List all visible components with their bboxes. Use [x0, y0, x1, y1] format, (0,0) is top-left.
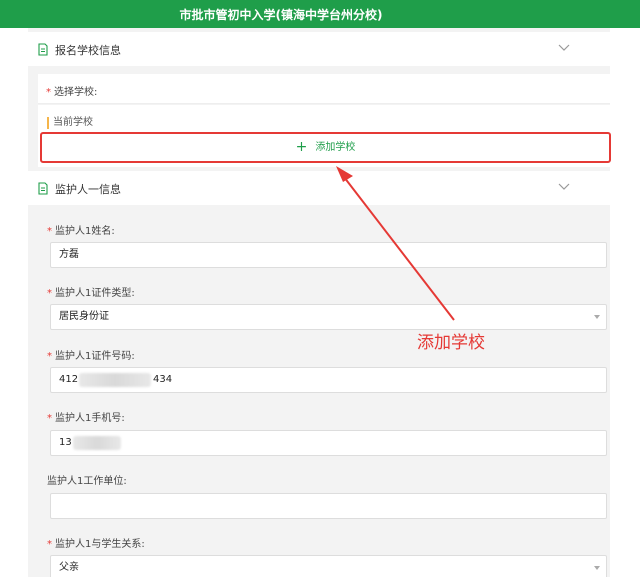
- guardian-phone-label-text: 监护人1手机号:: [55, 413, 125, 424]
- document-icon: [38, 182, 48, 195]
- add-school-button-content: + 添加学校: [42, 134, 609, 161]
- choose-school-text: 选择学校:: [54, 87, 98, 98]
- required-mark: *: [47, 288, 52, 299]
- guardian-id-type-select[interactable]: 居民身份证: [50, 304, 607, 330]
- document-icon: [38, 43, 48, 56]
- guardian-id-number-label-text: 监护人1证件号码:: [55, 351, 135, 362]
- guardian-name-label-text: 监护人1姓名:: [55, 226, 115, 237]
- required-mark: *: [47, 539, 52, 550]
- school-section-header[interactable]: 报名学校信息: [28, 32, 610, 66]
- id-number-suffix: 434: [153, 374, 173, 385]
- choose-school-label: * 选择学校:: [46, 83, 97, 98]
- chevron-down-icon[interactable]: [558, 180, 570, 192]
- guardian-phone-input[interactable]: 13: [50, 430, 607, 456]
- guardian-relation-label-text: 监护人1与学生关系:: [55, 539, 145, 550]
- phone-prefix: 13: [59, 437, 72, 448]
- id-number-prefix: 412: [59, 374, 79, 385]
- guardian-id-number-input[interactable]: 412 434: [50, 367, 607, 393]
- guardian-section-header[interactable]: 监护人一信息: [28, 171, 610, 205]
- guardian-workplace-label: 监护人1工作单位:: [47, 476, 127, 487]
- choose-school-field[interactable]: * 选择学校:: [38, 74, 610, 104]
- page-title: 市批市管初中入学(镇海中学台州分校): [179, 8, 383, 22]
- id-type-value: 居民身份证: [59, 311, 109, 322]
- required-mark: *: [46, 87, 51, 98]
- app-header: 市批市管初中入学(镇海中学台州分校): [0, 0, 640, 28]
- required-mark: *: [47, 351, 52, 362]
- guardian-section-title: 监护人一信息: [55, 183, 121, 196]
- guardian-relation-select[interactable]: 父亲: [50, 555, 607, 577]
- redacted-blur: [79, 373, 151, 387]
- add-school-button[interactable]: + 添加学校: [40, 132, 611, 163]
- guardian-phone-label: * 监护人1手机号:: [47, 409, 125, 424]
- add-school-label: 添加学校: [315, 142, 356, 153]
- annotation-label: 添加学校: [417, 333, 485, 353]
- guardian-id-type-label: * 监护人1证件类型:: [47, 284, 135, 299]
- dropdown-caret-icon: [594, 315, 600, 319]
- required-mark: *: [47, 413, 52, 424]
- guardian-id-number-label: * 监护人1证件号码:: [47, 347, 135, 362]
- school-section-title: 报名学校信息: [55, 44, 121, 57]
- form-page: 报名学校信息 * 选择学校: 当前学校 + 添加学校 监护人一信息 * 监护人1姓名:…: [28, 28, 611, 577]
- guardian-workplace-input[interactable]: [50, 493, 607, 519]
- required-mark: *: [47, 226, 52, 237]
- dropdown-caret-icon: [594, 566, 600, 570]
- plus-icon: +: [295, 139, 308, 155]
- guardian-name-label: * 监护人1姓名:: [47, 222, 115, 237]
- guardian-relation-label: * 监护人1与学生关系:: [47, 535, 145, 550]
- relation-value: 父亲: [59, 562, 79, 573]
- current-school-label: 当前学校: [47, 117, 93, 129]
- redacted-blur: [73, 436, 121, 450]
- guardian-name-input[interactable]: 方磊: [50, 242, 607, 268]
- chevron-down-icon[interactable]: [558, 41, 570, 53]
- guardian-id-type-label-text: 监护人1证件类型:: [55, 288, 135, 299]
